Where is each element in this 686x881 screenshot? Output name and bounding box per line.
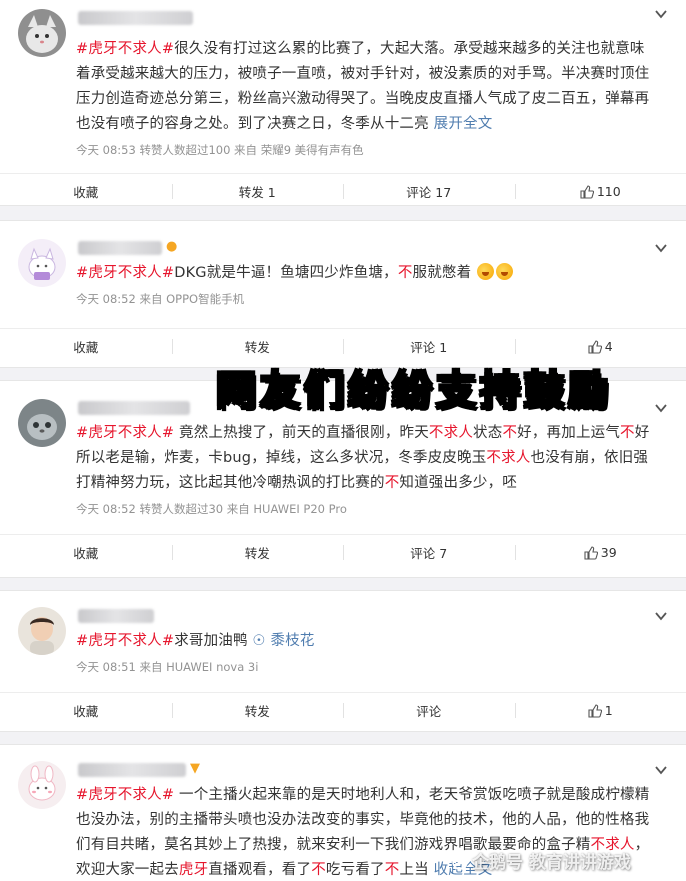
comment-button[interactable]: 评论 17	[343, 174, 515, 209]
expand-link[interactable]: 展开全文	[434, 116, 493, 132]
username[interactable]	[78, 401, 190, 415]
thumbs-up-icon	[580, 184, 594, 199]
chevron-down-icon[interactable]	[654, 609, 668, 623]
highlight-text: 不求人	[428, 425, 474, 441]
caption-banner: 网友们纷纷支持鼓励	[215, 367, 612, 415]
comment-button[interactable]: 评论	[343, 693, 515, 728]
action-bar: 收藏 转发 评论 7 39	[0, 534, 686, 570]
post-text: 知道强出多少，呸	[399, 475, 518, 491]
post-text: 吃亏看了	[325, 862, 385, 878]
avatar[interactable]	[18, 761, 66, 809]
post-meta: 今天 08:52 转赞人数超过30 来自 HUAWEI P20 Pro	[76, 502, 347, 516]
highlight-text: 不	[384, 862, 400, 878]
highlight-text: 不	[384, 475, 400, 491]
favorite-button[interactable]: 收藏	[0, 329, 172, 364]
post-text: 直播观看，看了	[208, 862, 312, 878]
like-button[interactable]: 1	[514, 693, 686, 728]
username[interactable]	[78, 609, 154, 623]
topic-link[interactable]: #虎牙不求人#	[76, 787, 174, 803]
favorite-button[interactable]: 收藏	[0, 693, 172, 728]
highlight-text: 不	[620, 425, 635, 441]
location-link[interactable]: ☉ 黍枝花	[253, 633, 315, 649]
topic-link[interactable]: #虎牙不求人#	[76, 633, 174, 649]
post-1: #虎牙不求人#很久没有打过这么累的比赛了，大起大落。承受越来越多的关注也就意味着…	[0, 0, 686, 206]
watermark: 企鹅号 教育讲讲游戏	[452, 848, 631, 873]
avatar[interactable]	[18, 239, 66, 287]
highlight-text: 不	[311, 862, 326, 878]
post-text: 状态	[473, 425, 503, 441]
post-meta: 今天 08:52 来自 OPPO智能手机	[76, 292, 245, 306]
repost-button[interactable]: 转发	[171, 693, 344, 728]
topic-link[interactable]: #虎牙不求人#	[76, 41, 174, 57]
username[interactable]	[78, 763, 186, 777]
post-meta: 今天 08:53 转赞人数超过100 来自 荣耀9 美得有声有色	[76, 143, 364, 157]
post-2: ● #虎牙不求人#DKG就是牛逼！鱼塘四少炸鱼塘，不服就憋着 今天 08:52 …	[0, 220, 686, 368]
post-content: #虎牙不求人#很久没有打过这么累的比赛了，大起大落。承受越来越多的关注也就意味着…	[76, 37, 656, 137]
emoji-icon	[496, 263, 514, 280]
penguin-logo-icon	[452, 854, 468, 870]
avatar[interactable]	[18, 399, 66, 447]
vip-badge-icon: ▼	[190, 761, 200, 776]
comment-button[interactable]: 评论 7	[343, 535, 515, 570]
repost-button[interactable]: 转发	[171, 535, 344, 570]
post-content: #虎牙不求人#求哥加油鸭 ☉ 黍枝花	[76, 633, 315, 649]
action-bar: 收藏 转发 评论 1	[0, 692, 686, 728]
thumbs-up-icon	[584, 545, 598, 560]
topic-link[interactable]: #虎牙不求人#	[76, 425, 174, 441]
post-text: 上当	[399, 862, 434, 878]
post-text: 好，再加上运气	[517, 425, 621, 441]
location-icon: ☉	[252, 633, 266, 649]
chevron-down-icon[interactable]	[654, 7, 668, 21]
favorite-button[interactable]: 收藏	[0, 535, 172, 570]
post-content: #虎牙不求人# 竟然上热搜了，前天的直播很刚，昨天不求人状态不好，再加上运气不好…	[76, 419, 656, 496]
like-button[interactable]: 39	[514, 535, 686, 570]
post-4: #虎牙不求人#求哥加油鸭 ☉ 黍枝花 今天 08:51 来自 HUAWEI no…	[0, 590, 686, 732]
emoji-icon	[477, 263, 495, 280]
chevron-down-icon[interactable]	[654, 241, 668, 255]
username[interactable]	[78, 11, 193, 25]
thumbs-up-icon	[588, 339, 602, 354]
like-button[interactable]: 110	[514, 174, 686, 209]
post-meta: 今天 08:51 来自 HUAWEI nova 3i	[76, 660, 259, 674]
chevron-down-icon[interactable]	[654, 401, 668, 415]
post-text: 竟然上热搜了，前天的直播很刚，昨天	[179, 425, 429, 441]
chevron-down-icon[interactable]	[654, 763, 668, 777]
username[interactable]	[78, 241, 162, 255]
avatar[interactable]	[18, 607, 66, 655]
highlight-text: 不求人	[486, 450, 531, 466]
repost-button[interactable]: 转发 1	[171, 174, 344, 209]
avatar[interactable]	[18, 9, 66, 57]
action-bar: 收藏 转发 1 评论 17 110	[0, 173, 686, 209]
post-content: #虎牙不求人#DKG就是牛逼！鱼塘四少炸鱼塘，不服就憋着	[76, 259, 656, 286]
topic-link[interactable]: #虎牙不求人#	[76, 265, 174, 281]
highlight-text: 不	[502, 425, 518, 441]
thumbs-up-icon	[588, 703, 602, 718]
favorite-button[interactable]: 收藏	[0, 174, 172, 209]
highlight-text: 虎牙	[178, 862, 209, 878]
weibo-feed: #虎牙不求人#很久没有打过这么累的比赛了，大起大落。承受越来越多的关注也就意味着…	[0, 0, 686, 881]
vip-badge-icon: ●	[166, 239, 178, 254]
